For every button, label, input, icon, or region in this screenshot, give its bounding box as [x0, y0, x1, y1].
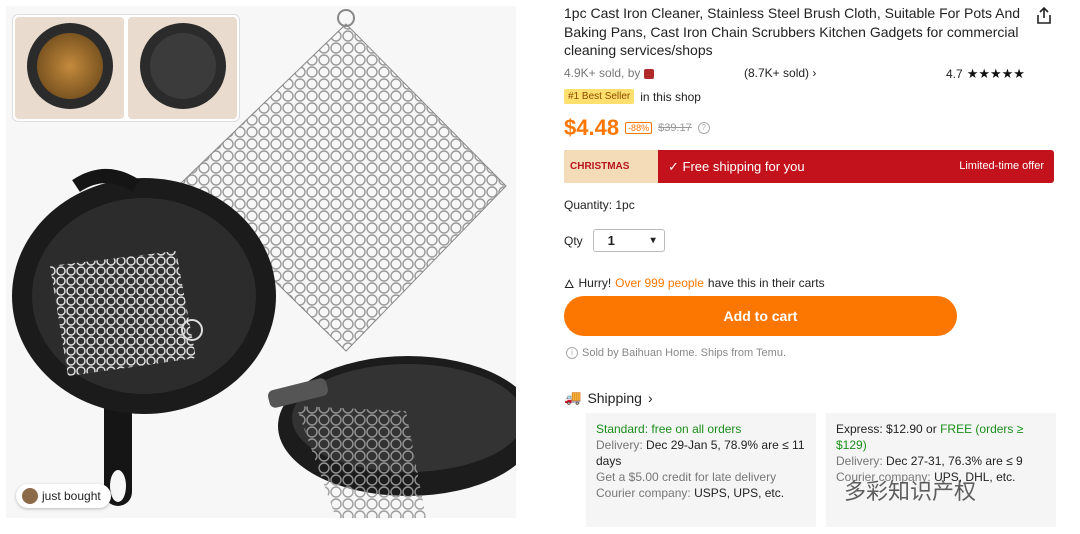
- just-bought-badge: just bought: [16, 484, 111, 508]
- flame-icon: 🜂: [564, 277, 575, 291]
- sold-by-text: 4.9K+ sold, by: [564, 66, 641, 80]
- rating[interactable]: 4.7 ★★★★★: [946, 66, 1025, 82]
- rating-value: 4.7: [946, 67, 963, 81]
- seller-note: i Sold by Baihuan Home. Ships from Temu.: [566, 347, 786, 359]
- just-bought-text: just bought: [42, 489, 101, 503]
- delivery-value: Dec 27-31, 76.3% are ≤ 9: [886, 454, 1023, 468]
- image-thumbnails: [12, 14, 240, 122]
- best-seller-text: in this shop: [640, 89, 701, 104]
- thumbnail-before[interactable]: [15, 17, 124, 119]
- hurry-highlight: Over 999 people: [615, 275, 704, 290]
- qty-value: 1: [607, 233, 615, 248]
- free-shipping-text: ✓ Free shipping for you: [668, 159, 805, 175]
- current-price: $4.48: [564, 115, 620, 140]
- late-credit: Get a $5.00 credit for late delivery: [596, 470, 777, 484]
- limited-offer-text: Limited-time offer: [959, 160, 1044, 172]
- express-shipping-card: Express: $12.90 or FREE (orders ≥ $129) …: [826, 413, 1056, 527]
- thumbnail-after[interactable]: [128, 17, 237, 119]
- chevron-right-icon: ›: [812, 66, 817, 80]
- info-icon: i: [566, 347, 578, 359]
- best-seller-row: #1 Best Seller in this shop: [564, 89, 701, 104]
- product-image-gallery[interactable]: just bought: [6, 6, 516, 518]
- qty-select[interactable]: 1 ▾: [592, 229, 665, 252]
- qty-label: Qty: [564, 233, 583, 248]
- standard-title: Standard: free on all orders: [596, 422, 742, 436]
- standard-shipping-card: Standard: free on all orders Delivery: D…: [586, 413, 816, 527]
- delivery-label: Delivery:: [596, 438, 643, 452]
- courier-value: USPS, UPS, etc.: [694, 486, 785, 500]
- shipping-heading[interactable]: 🚚 Shipping ›: [564, 389, 653, 406]
- share-icon[interactable]: [1034, 6, 1054, 26]
- hurry-prefix: Hurry!: [578, 275, 612, 290]
- discount-badge: -88%: [625, 122, 653, 134]
- hurry-suffix: have this in their carts: [707, 275, 825, 290]
- product-title: 1pc Cast Iron Cleaner, Stainless Steel B…: [564, 5, 1021, 58]
- watermark: 多彩知识产权: [844, 479, 977, 504]
- quantity-label: Quantity: 1pc: [564, 198, 635, 212]
- store-sold-text: (8.7K+ sold): [744, 66, 810, 80]
- checkmark-icon: ✓: [668, 159, 683, 174]
- buyer-avatar: [22, 488, 38, 504]
- christmas-tag: CHRISTMAS: [564, 150, 658, 183]
- free-shipping-label: Free shipping for you: [682, 159, 805, 174]
- express-title: Express: $12.90 or: [836, 422, 937, 436]
- chevron-down-icon: ▾: [650, 235, 656, 246]
- chevron-right-icon: ›: [647, 389, 653, 406]
- promo-banner: CHRISTMAS ✓ Free shipping for you Limite…: [564, 150, 1054, 183]
- info-icon[interactable]: ?: [697, 122, 710, 134]
- store-logo-icon: [643, 68, 654, 79]
- add-to-cart-button[interactable]: Add to cart: [564, 296, 957, 336]
- price-row: $4.48 -88% $39.17 ?: [564, 115, 710, 141]
- star-rating-icon: ★★★★★: [966, 66, 1025, 81]
- courier-label: Courier company:: [596, 486, 691, 500]
- delivery-label: Delivery:: [836, 454, 883, 468]
- qty-row: Qty 1 ▾: [564, 229, 665, 252]
- sold-by[interactable]: 4.9K+ sold, by: [564, 66, 654, 80]
- best-seller-badge: #1 Best Seller: [564, 89, 635, 104]
- seller-note-text: Sold by Baihuan Home. Ships from Temu.: [582, 347, 787, 359]
- truck-icon: 🚚: [564, 389, 582, 405]
- shipping-heading-text: Shipping: [587, 389, 642, 406]
- original-price: $39.17: [658, 122, 692, 134]
- store-sold-link[interactable]: (8.7K+ sold) ›: [744, 66, 816, 80]
- hurry-notice: 🜂 Hurry! Over 999 people have this in th…: [564, 270, 825, 295]
